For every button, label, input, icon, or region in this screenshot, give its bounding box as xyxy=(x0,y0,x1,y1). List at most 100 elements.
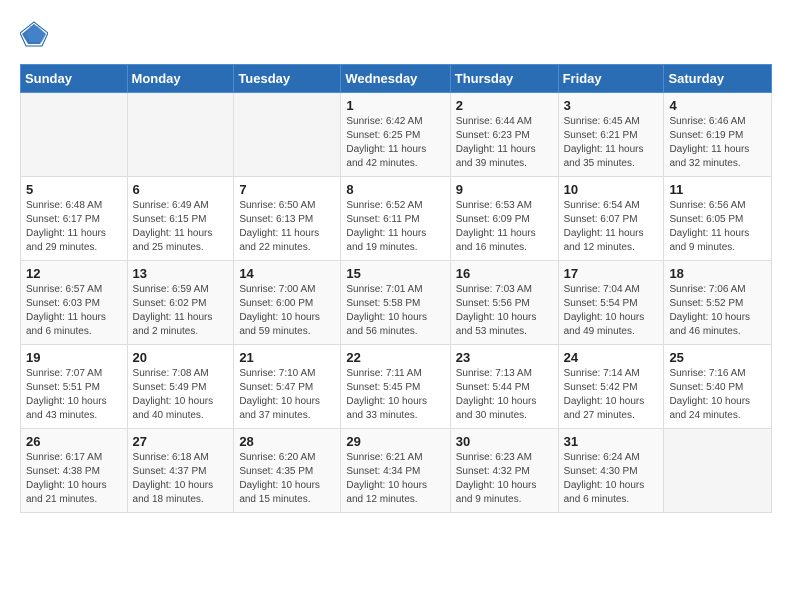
calendar-cell: 29 Sunrise: 6:21 AM Sunset: 4:34 PM Dayli… xyxy=(341,429,450,513)
day-info: Sunrise: 7:14 AM Sunset: 5:42 PM Dayligh… xyxy=(564,367,659,423)
day-number: 20 xyxy=(133,350,229,365)
day-info: Sunrise: 6:23 AM Sunset: 4:32 PM Dayligh… xyxy=(456,451,553,507)
calendar-cell: 1 Sunrise: 6:42 AM Sunset: 6:25 PM Daylig… xyxy=(341,93,450,177)
day-number: 22 xyxy=(346,350,444,365)
day-number: 15 xyxy=(346,266,444,281)
calendar-cell: 13 Sunrise: 6:59 AM Sunset: 6:02 PM Dayli… xyxy=(127,261,234,345)
calendar-week-2: 5 Sunrise: 6:48 AM Sunset: 6:17 PM Daylig… xyxy=(21,177,772,261)
logo xyxy=(20,20,52,48)
calendar-table: SundayMondayTuesdayWednesdayThursdayFrid… xyxy=(20,64,772,513)
calendar-cell: 4Sunrise: 6:46 AM Sunset: 6:19 PM Daylig… xyxy=(664,93,772,177)
day-info: Sunrise: 6:42 AM Sunset: 6:25 PM Dayligh… xyxy=(346,115,444,171)
day-header-sunday: Sunday xyxy=(21,65,128,93)
calendar-cell xyxy=(234,93,341,177)
day-number: 29 xyxy=(346,434,444,449)
calendar-cell: 2Sunrise: 6:44 AM Sunset: 6:23 PM Daylig… xyxy=(450,93,558,177)
day-info: Sunrise: 7:16 AM Sunset: 5:40 PM Dayligh… xyxy=(669,367,766,423)
calendar-cell: 7Sunrise: 6:50 AM Sunset: 6:13 PM Daylig… xyxy=(234,177,341,261)
day-info: Sunrise: 7:11 AM Sunset: 5:45 PM Dayligh… xyxy=(346,367,444,423)
day-number: 17 xyxy=(564,266,659,281)
calendar-cell: 26Sunrise: 6:17 AM Sunset: 4:38 PM Dayli… xyxy=(21,429,128,513)
calendar-cell: 11Sunrise: 6:56 AM Sunset: 6:05 PM Dayli… xyxy=(664,177,772,261)
day-info: Sunrise: 7:03 AM Sunset: 5:56 PM Dayligh… xyxy=(456,283,553,339)
day-header-saturday: Saturday xyxy=(664,65,772,93)
day-info: Sunrise: 6:59 AM Sunset: 6:02 PM Dayligh… xyxy=(133,283,229,339)
day-info: Sunrise: 6:44 AM Sunset: 6:23 PM Dayligh… xyxy=(456,115,553,171)
day-info: Sunrise: 7:08 AM Sunset: 5:49 PM Dayligh… xyxy=(133,367,229,423)
calendar-cell xyxy=(664,429,772,513)
calendar-week-1: 1 Sunrise: 6:42 AM Sunset: 6:25 PM Daylig… xyxy=(21,93,772,177)
day-number: 19 xyxy=(26,350,122,365)
day-header-friday: Friday xyxy=(558,65,664,93)
calendar-cell: 3 Sunrise: 6:45 AM Sunset: 6:21 PM Daylig… xyxy=(558,93,664,177)
calendar-cell: 22 Sunrise: 7:11 AM Sunset: 5:45 PM Dayli… xyxy=(341,345,450,429)
day-header-monday: Monday xyxy=(127,65,234,93)
day-number: 16 xyxy=(456,266,553,281)
day-number: 11 xyxy=(669,182,766,197)
calendar-cell: 5 Sunrise: 6:48 AM Sunset: 6:17 PM Daylig… xyxy=(21,177,128,261)
calendar-week-5: 26Sunrise: 6:17 AM Sunset: 4:38 PM Dayli… xyxy=(21,429,772,513)
day-info: Sunrise: 6:49 AM Sunset: 6:15 PM Dayligh… xyxy=(133,199,229,255)
day-number: 24 xyxy=(564,350,659,365)
day-number: 21 xyxy=(239,350,335,365)
day-number: 13 xyxy=(133,266,229,281)
calendar-week-3: 12 Sunrise: 6:57 AM Sunset: 6:03 PM Dayli… xyxy=(21,261,772,345)
day-header-thursday: Thursday xyxy=(450,65,558,93)
calendar-cell: 14Sunrise: 7:00 AM Sunset: 6:00 PM Dayli… xyxy=(234,261,341,345)
day-info: Sunrise: 6:17 AM Sunset: 4:38 PM Dayligh… xyxy=(26,451,122,507)
calendar-cell: 18 Sunrise: 7:06 AM Sunset: 5:52 PM Dayli… xyxy=(664,261,772,345)
day-info: Sunrise: 6:54 AM Sunset: 6:07 PM Dayligh… xyxy=(564,199,659,255)
day-info: Sunrise: 6:45 AM Sunset: 6:21 PM Dayligh… xyxy=(564,115,659,171)
day-number: 7 xyxy=(239,182,335,197)
calendar-cell: 24 Sunrise: 7:14 AM Sunset: 5:42 PM Dayli… xyxy=(558,345,664,429)
calendar-cell: 30 Sunrise: 6:23 AM Sunset: 4:32 PM Dayli… xyxy=(450,429,558,513)
day-number: 30 xyxy=(456,434,553,449)
calendar-cell: 21 Sunrise: 7:10 AM Sunset: 5:47 PM Dayli… xyxy=(234,345,341,429)
day-info: Sunrise: 6:18 AM Sunset: 4:37 PM Dayligh… xyxy=(133,451,229,507)
calendar-cell xyxy=(21,93,128,177)
day-number: 25 xyxy=(669,350,766,365)
day-header-tuesday: Tuesday xyxy=(234,65,341,93)
day-header-wednesday: Wednesday xyxy=(341,65,450,93)
day-number: 8 xyxy=(346,182,444,197)
day-info: Sunrise: 6:21 AM Sunset: 4:34 PM Dayligh… xyxy=(346,451,444,507)
day-number: 27 xyxy=(133,434,229,449)
day-number: 14 xyxy=(239,266,335,281)
calendar-cell: 10 Sunrise: 6:54 AM Sunset: 6:07 PM Dayli… xyxy=(558,177,664,261)
page-header xyxy=(20,20,772,48)
day-number: 9 xyxy=(456,182,553,197)
calendar-cell: 12 Sunrise: 6:57 AM Sunset: 6:03 PM Dayli… xyxy=(21,261,128,345)
day-info: Sunrise: 7:13 AM Sunset: 5:44 PM Dayligh… xyxy=(456,367,553,423)
calendar-cell: 28Sunrise: 6:20 AM Sunset: 4:35 PM Dayli… xyxy=(234,429,341,513)
day-number: 31 xyxy=(564,434,659,449)
calendar-cell: 15 Sunrise: 7:01 AM Sunset: 5:58 PM Dayli… xyxy=(341,261,450,345)
day-info: Sunrise: 6:57 AM Sunset: 6:03 PM Dayligh… xyxy=(26,283,122,339)
calendar-cell xyxy=(127,93,234,177)
day-info: Sunrise: 6:52 AM Sunset: 6:11 PM Dayligh… xyxy=(346,199,444,255)
calendar-cell: 20 Sunrise: 7:08 AM Sunset: 5:49 PM Dayli… xyxy=(127,345,234,429)
calendar-cell: 31 Sunrise: 6:24 AM Sunset: 4:30 PM Dayli… xyxy=(558,429,664,513)
calendar-cell: 25 Sunrise: 7:16 AM Sunset: 5:40 PM Dayli… xyxy=(664,345,772,429)
day-number: 1 xyxy=(346,98,444,113)
day-number: 23 xyxy=(456,350,553,365)
day-info: Sunrise: 7:01 AM Sunset: 5:58 PM Dayligh… xyxy=(346,283,444,339)
day-info: Sunrise: 6:24 AM Sunset: 4:30 PM Dayligh… xyxy=(564,451,659,507)
day-info: Sunrise: 7:04 AM Sunset: 5:54 PM Dayligh… xyxy=(564,283,659,339)
calendar-header-row: SundayMondayTuesdayWednesdayThursdayFrid… xyxy=(21,65,772,93)
calendar-cell: 17 Sunrise: 7:04 AM Sunset: 5:54 PM Dayli… xyxy=(558,261,664,345)
day-number: 3 xyxy=(564,98,659,113)
day-info: Sunrise: 7:06 AM Sunset: 5:52 PM Dayligh… xyxy=(669,283,766,339)
day-number: 10 xyxy=(564,182,659,197)
calendar-cell: 8 Sunrise: 6:52 AM Sunset: 6:11 PM Daylig… xyxy=(341,177,450,261)
calendar-cell: 23 Sunrise: 7:13 AM Sunset: 5:44 PM Dayli… xyxy=(450,345,558,429)
calendar-cell: 6 Sunrise: 6:49 AM Sunset: 6:15 PM Daylig… xyxy=(127,177,234,261)
day-number: 5 xyxy=(26,182,122,197)
calendar-cell: 19 Sunrise: 7:07 AM Sunset: 5:51 PM Dayli… xyxy=(21,345,128,429)
day-info: Sunrise: 6:48 AM Sunset: 6:17 PM Dayligh… xyxy=(26,199,122,255)
calendar-cell: 27 Sunrise: 6:18 AM Sunset: 4:37 PM Dayli… xyxy=(127,429,234,513)
day-info: Sunrise: 7:10 AM Sunset: 5:47 PM Dayligh… xyxy=(239,367,335,423)
day-number: 12 xyxy=(26,266,122,281)
day-info: Sunrise: 7:07 AM Sunset: 5:51 PM Dayligh… xyxy=(26,367,122,423)
day-number: 18 xyxy=(669,266,766,281)
day-number: 6 xyxy=(133,182,229,197)
